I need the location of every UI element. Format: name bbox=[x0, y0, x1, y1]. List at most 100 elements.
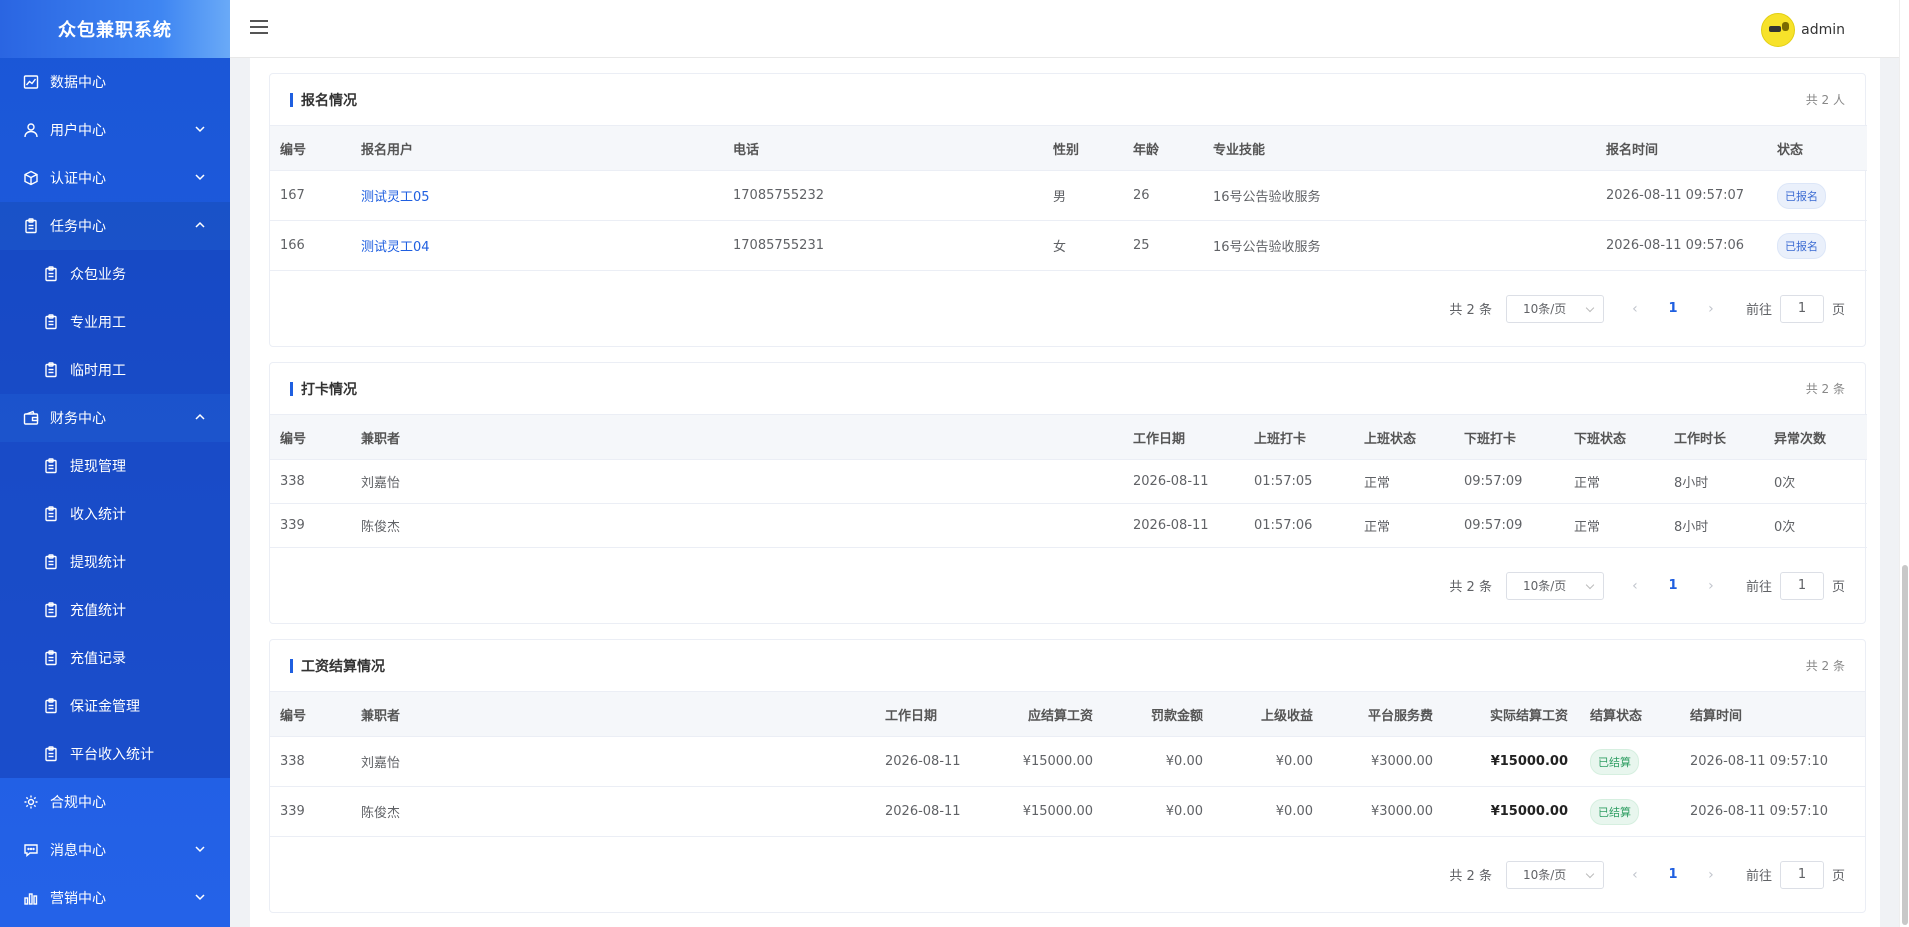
col-header[interactable]: 报名时间 bbox=[1596, 125, 1767, 171]
username: admin bbox=[1801, 22, 1845, 38]
col-header[interactable]: 状态 bbox=[1767, 125, 1867, 171]
cell-worker: 陈俊杰 bbox=[351, 503, 1123, 548]
cell-worker: 刘嘉怡 bbox=[351, 736, 875, 787]
sidebar-subitem-deposit-management[interactable]: 保证金管理 bbox=[0, 682, 230, 730]
chevron-up-icon bbox=[194, 219, 208, 233]
sidebar-item-label: 营销中心 bbox=[50, 891, 106, 907]
table-row: 338 刘嘉怡 2026-08-11 01:57:05 正常 09:57:09 … bbox=[270, 459, 1867, 504]
col-header[interactable]: 编号 bbox=[270, 125, 351, 171]
col-header[interactable]: 下班打卡 bbox=[1454, 414, 1564, 460]
cell-service-fee: ¥3000.00 bbox=[1325, 736, 1445, 787]
col-header[interactable]: 平台服务费 bbox=[1325, 691, 1445, 737]
sidebar-subitem-label: 充值记录 bbox=[70, 651, 126, 667]
table-row: 167 测试灵工05 17085755232 男 26 16号公告验收服务 20… bbox=[270, 170, 1867, 221]
user-link[interactable]: 测试灵工05 bbox=[361, 190, 430, 205]
goto-page-input[interactable]: 1 bbox=[1779, 294, 1824, 323]
sidebar-item-task-center[interactable]: 任务中心 bbox=[0, 202, 230, 250]
user-link[interactable]: 测试灵工04 bbox=[361, 240, 430, 255]
chevron-down-icon bbox=[194, 171, 208, 185]
col-header[interactable]: 工作时长 bbox=[1664, 414, 1764, 460]
col-header[interactable]: 上班打卡 bbox=[1244, 414, 1354, 460]
cell-date: 2026-08-11 bbox=[1123, 459, 1244, 504]
col-header[interactable]: 上班状态 bbox=[1354, 414, 1454, 460]
prev-page-icon[interactable]: ‹ bbox=[1622, 578, 1648, 594]
page-number[interactable]: 1 bbox=[1658, 867, 1688, 882]
sidebar-item-compliance-center[interactable]: 合规中心 bbox=[0, 778, 230, 826]
cell-phone: 17085755231 bbox=[723, 220, 1043, 271]
cell-gender: 男 bbox=[1043, 170, 1123, 221]
cell-actual-paid: ¥15000.00 bbox=[1445, 736, 1580, 787]
sidebar-subitem-withdraw-stats[interactable]: 提现统计 bbox=[0, 538, 230, 586]
signup-card: 报名情况 共 2 人 编号 报名用户 电话 性别 年龄 专业技能 报名时间 状态… bbox=[269, 73, 1867, 347]
sidebar-subitem-recharge-stats[interactable]: 充值统计 bbox=[0, 586, 230, 634]
goto-page-input[interactable]: 1 bbox=[1779, 571, 1824, 600]
next-page-icon[interactable]: › bbox=[1698, 867, 1724, 883]
col-header[interactable]: 实际结算工资 bbox=[1445, 691, 1580, 737]
col-header[interactable]: 性别 bbox=[1043, 125, 1123, 171]
sidebar-item-message-center[interactable]: 消息中心 bbox=[0, 826, 230, 874]
sidebar-subitem-crowdsourcing[interactable]: 众包业务 bbox=[0, 250, 230, 298]
pagination: 共 2 条 10条/页 ‹ 1 › 前往 1 页 bbox=[270, 548, 1865, 623]
clipboard-icon bbox=[42, 649, 60, 667]
col-header[interactable]: 兼职者 bbox=[351, 414, 1123, 460]
cell-id: 338 bbox=[270, 736, 351, 787]
col-header[interactable]: 编号 bbox=[270, 691, 351, 737]
cell-fine: ¥0.00 bbox=[1105, 736, 1215, 787]
col-header[interactable]: 下班状态 bbox=[1564, 414, 1664, 460]
sidebar-item-data-center[interactable]: 数据中心 bbox=[0, 58, 230, 106]
sidebar-subitem-income-stats[interactable]: 收入统计 bbox=[0, 490, 230, 538]
prev-page-icon[interactable]: ‹ bbox=[1622, 867, 1648, 883]
sidebar-subitem-recharge-records[interactable]: 充值记录 bbox=[0, 634, 230, 682]
sidebar-subitem-professional[interactable]: 专业用工 bbox=[0, 298, 230, 346]
menu-toggle-icon[interactable] bbox=[250, 20, 268, 36]
col-header[interactable]: 编号 bbox=[270, 414, 351, 460]
sidebar-item-finance-center[interactable]: 财务中心 bbox=[0, 394, 230, 442]
col-header[interactable]: 专业技能 bbox=[1203, 125, 1596, 171]
col-header[interactable]: 兼职者 bbox=[351, 691, 875, 737]
user-menu[interactable]: admin bbox=[1761, 13, 1845, 47]
sidebar-item-label: 数据中心 bbox=[50, 75, 106, 91]
col-header[interactable]: 报名用户 bbox=[351, 125, 723, 171]
page-size-select[interactable]: 10条/页 bbox=[1505, 860, 1604, 889]
scrollbar-thumb[interactable] bbox=[1902, 565, 1908, 925]
sidebar-item-auth-center[interactable]: 认证中心 bbox=[0, 154, 230, 202]
col-header[interactable]: 异常次数 bbox=[1764, 414, 1867, 460]
next-page-icon[interactable]: › bbox=[1698, 301, 1724, 317]
status-badge: 已结算 bbox=[1590, 748, 1639, 775]
table-header-row: 编号 兼职者 工作日期 应结算工资 罚款金额 上级收益 平台服务费 实际结算工资… bbox=[270, 691, 1865, 737]
sidebar-subitem-label: 提现统计 bbox=[70, 555, 126, 571]
sidebar-subitem-label: 收入统计 bbox=[70, 507, 126, 523]
cell-checkin-status: 正常 bbox=[1354, 503, 1454, 548]
cell-fine: ¥0.00 bbox=[1105, 786, 1215, 837]
sidebar-subitem-platform-income-stats[interactable]: 平台收入统计 bbox=[0, 730, 230, 778]
page-number[interactable]: 1 bbox=[1658, 301, 1688, 316]
table-row: 166 测试灵工04 17085755231 女 25 16号公告验收服务 20… bbox=[270, 220, 1867, 271]
goto-label: 前往 bbox=[1745, 303, 1772, 318]
page-size-select[interactable]: 10条/页 bbox=[1505, 294, 1604, 323]
next-page-icon[interactable]: › bbox=[1698, 578, 1724, 594]
pager-total: 共 2 条 bbox=[1449, 580, 1492, 595]
col-header[interactable]: 应结算工资 bbox=[985, 691, 1105, 737]
col-header[interactable]: 罚款金额 bbox=[1105, 691, 1215, 737]
col-header[interactable]: 工作日期 bbox=[1123, 414, 1244, 460]
sidebar-subitem-withdraw-management[interactable]: 提现管理 bbox=[0, 442, 230, 490]
col-header[interactable]: 工作日期 bbox=[875, 691, 985, 737]
cell-payable: ¥15000.00 bbox=[985, 786, 1105, 837]
goto-page-input[interactable]: 1 bbox=[1779, 860, 1824, 889]
prev-page-icon[interactable]: ‹ bbox=[1622, 301, 1648, 317]
sidebar-item-marketing-center[interactable]: 营销中心 bbox=[0, 874, 230, 922]
sidebar-subitem-temporary[interactable]: 临时用工 bbox=[0, 346, 230, 394]
cell-checkout-time: 09:57:09 bbox=[1454, 459, 1564, 504]
cell-actual-paid: ¥15000.00 bbox=[1445, 786, 1580, 837]
page-size-select[interactable]: 10条/页 bbox=[1505, 571, 1604, 600]
col-header[interactable]: 年龄 bbox=[1123, 125, 1203, 171]
col-header[interactable]: 电话 bbox=[723, 125, 1043, 171]
pager-total: 共 2 条 bbox=[1449, 303, 1492, 318]
page-number[interactable]: 1 bbox=[1658, 578, 1688, 593]
col-header[interactable]: 上级收益 bbox=[1215, 691, 1325, 737]
col-header[interactable]: 结算状态 bbox=[1580, 691, 1680, 737]
scrollbar-track[interactable] bbox=[1899, 0, 1909, 927]
col-header[interactable]: 结算时间 bbox=[1680, 691, 1865, 737]
sidebar-item-label: 消息中心 bbox=[50, 843, 106, 859]
sidebar-item-user-center[interactable]: 用户中心 bbox=[0, 106, 230, 154]
